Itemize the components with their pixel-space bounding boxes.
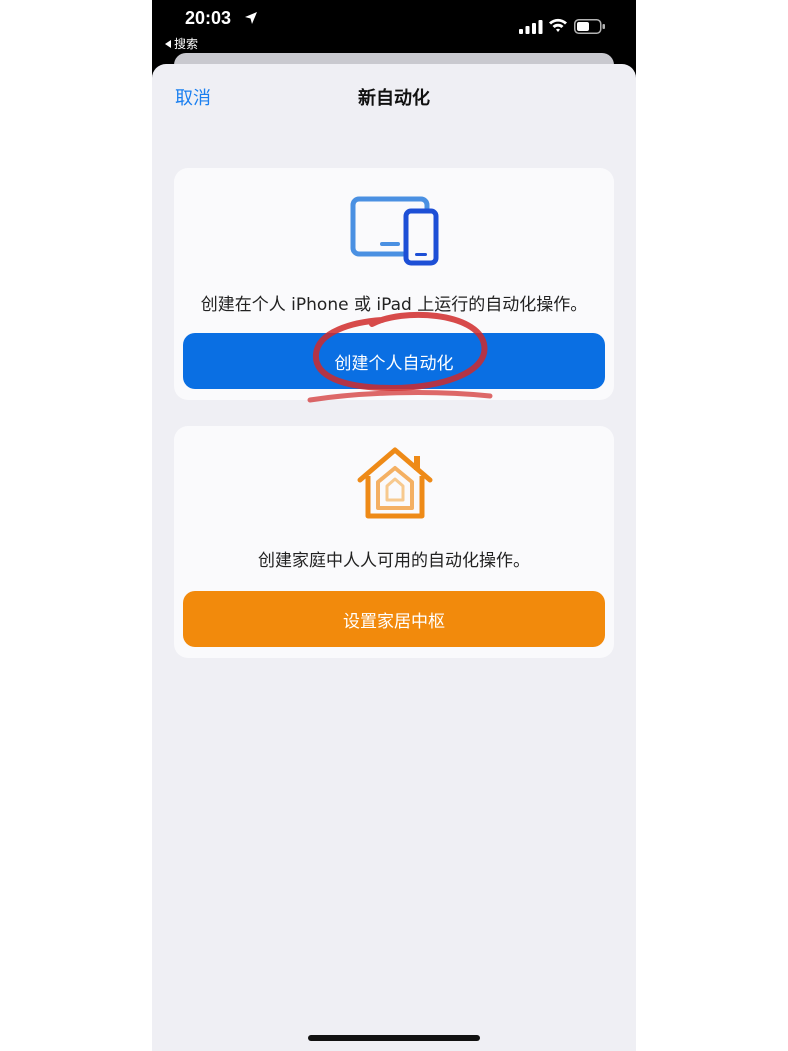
wifi-icon (549, 18, 567, 32)
location-arrow-icon (245, 12, 257, 24)
personal-automation-description: 创建在个人 iPhone 或 iPad 上运行的自动化操作。 (200, 295, 588, 315)
back-app-label: 搜索 (174, 37, 199, 51)
battery-icon (574, 19, 605, 34)
devices-icon (350, 196, 439, 266)
setup-home-hub-button[interactable]: 设置家居中枢 (183, 591, 605, 647)
back-to-app-link[interactable]: 搜索 (165, 35, 198, 52)
create-personal-automation-label: 创建个人自动化 (334, 353, 454, 374)
back-triangle-icon (165, 39, 171, 48)
home-indicator[interactable] (308, 1035, 480, 1041)
setup-home-hub-label: 设置家居中枢 (343, 611, 445, 632)
home-icon (357, 447, 433, 519)
status-bar: 20:03 搜索 (152, 0, 636, 60)
home-automation-description: 创建家庭中人人可用的自动化操作。 (258, 551, 530, 571)
create-personal-automation-button[interactable]: 创建个人自动化 (183, 333, 605, 389)
home-automation-card: 创建家庭中人人可用的自动化操作。 设置家居中枢 (174, 426, 614, 658)
page-title: 新自动化 (358, 88, 430, 109)
personal-automation-card: 创建在个人 iPhone 或 iPad 上运行的自动化操作。 创建个人自动化 (174, 168, 614, 400)
new-automation-sheet: 取消 新自动化 创建在个人 iPhone 或 iPad 上运行的自动化操作。 创… (152, 64, 636, 1051)
status-time: 20:03 (185, 8, 232, 28)
cellular-signal-icon (519, 20, 543, 34)
phone-screen: 20:03 搜索 取消 新自动化 创建在个人 iPhone 或 iPad 上运行… (152, 0, 636, 1051)
